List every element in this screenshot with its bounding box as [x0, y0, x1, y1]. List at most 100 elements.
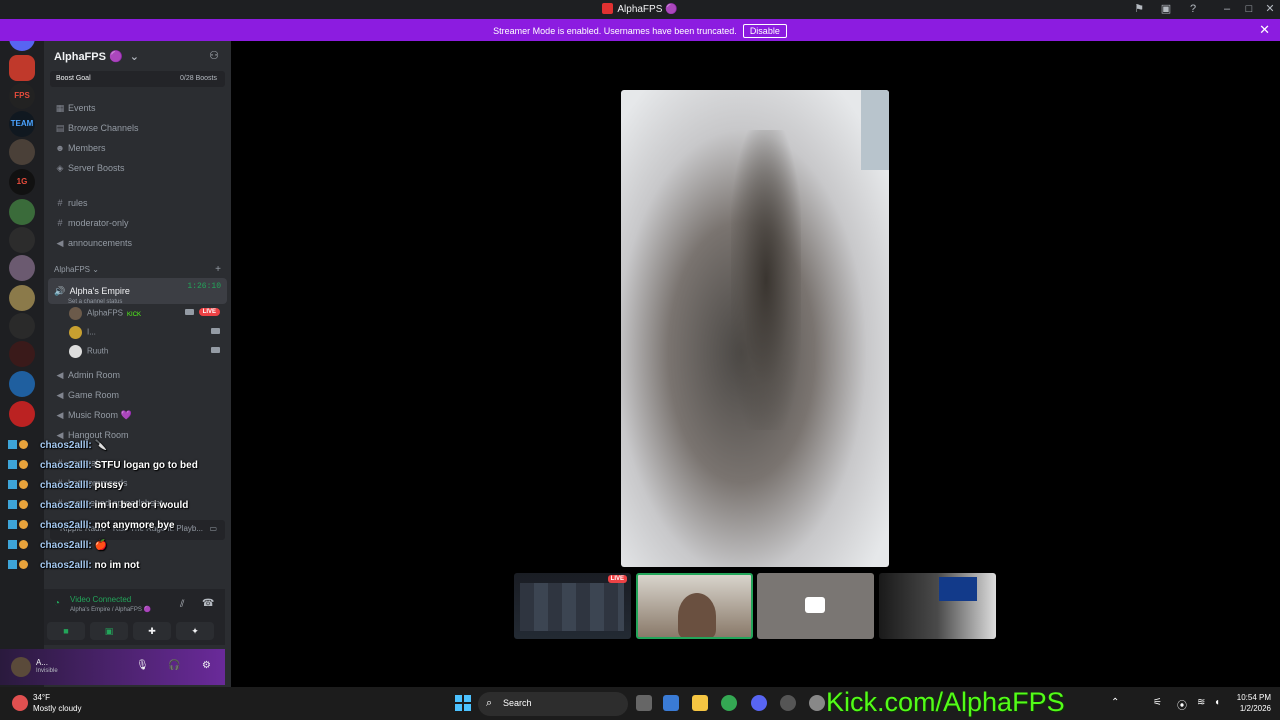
main-video-stream[interactable]: [621, 90, 889, 567]
category-alphafps[interactable]: AlphaFPS ⌄ +: [44, 262, 231, 278]
close-window-button[interactable]: ✕: [1262, 2, 1278, 16]
chat-badges: [6, 500, 40, 511]
taskbar-search[interactable]: ⌕ Search: [478, 692, 628, 716]
signal-icon[interactable]: ◔: [54, 598, 60, 609]
voice-location[interactable]: Alpha's Empire / AlphaFPS 🟣: [70, 606, 151, 613]
headphones-icon[interactable]: 🎧: [168, 660, 180, 671]
close-banner-icon[interactable]: ✕: [1259, 22, 1270, 38]
flag-icon[interactable]: ⚑: [1131, 2, 1147, 16]
add-channel-icon[interactable]: +: [215, 264, 221, 275]
minimize-button[interactable]: –: [1219, 2, 1235, 16]
task-view-icon[interactable]: [636, 695, 652, 711]
camera-icon: [211, 347, 220, 353]
voice-game-room[interactable]: ◀ Game Room: [44, 386, 231, 406]
server-icon-face[interactable]: [9, 285, 35, 311]
volume-icon[interactable]: ◖: [1214, 697, 1220, 708]
hash-icon: #: [57, 198, 63, 208]
voice-music-room[interactable]: ◀ Music Room 💜: [44, 406, 231, 426]
start-button[interactable]: [455, 695, 471, 711]
nav-server-boosts[interactable]: ◈ Server Boosts: [44, 159, 231, 179]
clock-time: 10:54 PM: [1236, 693, 1271, 702]
voice-connection-panel: ◔ Video Connected Alpha's Empire / Alpha…: [44, 589, 225, 645]
kick-channel-overlay: Kick.com/AlphaFPS: [826, 687, 1065, 717]
chrome-icon[interactable]: [721, 695, 737, 711]
voice-user-alphafps[interactable]: AlphaFPS KICK LIVE: [44, 304, 231, 323]
thumb-camera-off[interactable]: [757, 573, 874, 639]
thumb-screenshare[interactable]: LIVE: [514, 573, 631, 639]
app-icon-gear[interactable]: [780, 695, 796, 711]
avatar: [69, 307, 82, 320]
thumb-webcam-flag[interactable]: [879, 573, 996, 639]
tray-overflow-icon[interactable]: ⌃: [1111, 697, 1119, 708]
chat-badges: [6, 540, 40, 551]
server-icon-worlds[interactable]: [9, 227, 35, 253]
soundboard-button[interactable]: ✦: [176, 622, 214, 640]
camera-button[interactable]: ■: [47, 622, 85, 640]
chat-message: chaos2alll: 🔪: [0, 440, 240, 460]
server-icon-1g[interactable]: 1G: [9, 169, 35, 195]
server-icon-alphafps[interactable]: [9, 55, 35, 81]
activities-button[interactable]: ✚: [133, 622, 171, 640]
voice-admin-room[interactable]: ◀ Admin Room: [44, 366, 231, 386]
chat-text: im in bed or i would: [94, 500, 189, 511]
user-avatar[interactable]: [11, 657, 31, 677]
help-icon[interactable]: ?: [1185, 2, 1201, 16]
live-badge: LIVE: [198, 308, 220, 316]
chat-badges: [6, 460, 40, 471]
channel-announcements[interactable]: ◀ announcements: [44, 234, 231, 254]
avatar: [69, 326, 82, 339]
system-clock[interactable]: 10:54 PM 1/2/2026: [1225, 692, 1271, 714]
invite-icon[interactable]: ⚇: [209, 49, 219, 62]
discord-taskbar-icon[interactable]: [751, 695, 767, 711]
server-icon-avatar[interactable]: [9, 139, 35, 165]
chat-overlay: chaos2alll: 🔪 chaos2alll: STFU logan go …: [0, 440, 240, 580]
camera-icon: [805, 597, 825, 613]
inbox-icon[interactable]: ▣: [1158, 2, 1174, 16]
server-icon-emblem[interactable]: [9, 313, 35, 339]
store-icon[interactable]: [663, 695, 679, 711]
boost-goal-label: Boost Goal: [56, 75, 91, 82]
voice-user-2[interactable]: I...: [44, 323, 231, 342]
server-header[interactable]: AlphaFPS 🟣 ⌄ ⚇: [44, 41, 231, 71]
chat-message: chaos2alll: no im not: [0, 560, 240, 580]
nav-browse-channels[interactable]: ▤ Browse Channels: [44, 119, 231, 139]
file-explorer-icon[interactable]: [692, 695, 708, 711]
settings-gear-icon[interactable]: ⚙: [202, 660, 211, 671]
server-icon-character[interactable]: [9, 199, 35, 225]
settings-taskbar-icon[interactable]: [809, 695, 825, 711]
server-icon-art[interactable]: [9, 255, 35, 281]
thumb-screen-content: [520, 583, 624, 631]
channel-moderator-only[interactable]: # moderator-only: [44, 214, 231, 234]
search-label: Search: [503, 698, 532, 708]
microphone-tray-icon[interactable]: ⦿: [1177, 697, 1187, 712]
speaker-icon: ◀: [56, 390, 64, 400]
noise-suppression-icon[interactable]: ⫽: [180, 599, 184, 610]
chat-message: chaos2alll: not anymore bye: [0, 520, 240, 540]
channel-label: rules: [68, 198, 88, 208]
server-icon-fps[interactable]: FPS: [9, 83, 35, 109]
network-icon[interactable]: ⚟: [1153, 697, 1162, 708]
window-titlebar: AlphaFPS 🟣 ⚑ ▣ ? – □ ✕: [0, 0, 1280, 19]
voice-channel-alphas-empire[interactable]: 🔊 Alpha's Empire 1:26:10 Set a channel s…: [48, 278, 227, 305]
nav-members[interactable]: ☻ Members: [44, 139, 231, 159]
screen-share-button[interactable]: ▣: [90, 622, 128, 640]
boost-goal-bar[interactable]: Boost Goal 0/28 Boosts: [50, 71, 225, 87]
thumb-webcam-speaking[interactable]: [636, 573, 753, 639]
wifi-icon[interactable]: ≋: [1197, 697, 1205, 708]
voice-user-ruuth[interactable]: Ruuth: [44, 342, 231, 361]
chat-user: chaos2alll:: [40, 480, 92, 491]
disconnect-icon[interactable]: ☎: [202, 598, 214, 609]
channel-rules[interactable]: # rules: [44, 194, 231, 214]
server-icon-dark[interactable]: [9, 341, 35, 367]
server-icon-red[interactable]: [9, 401, 35, 427]
maximize-button[interactable]: □: [1241, 2, 1257, 16]
server-icon-nation[interactable]: [9, 371, 35, 397]
microphone-icon[interactable]: 🎙: [136, 660, 149, 671]
channel-label: Game Room: [68, 390, 120, 400]
nav-events[interactable]: ▦ Events: [44, 99, 231, 119]
window-title-wrap: AlphaFPS 🟣: [0, 3, 1280, 15]
weather-condition: Mostly cloudy: [33, 704, 82, 713]
server-icon-team[interactable]: TEAM: [9, 111, 35, 137]
kick-badge: KICK: [127, 311, 142, 318]
disable-streamer-mode-button[interactable]: Disable: [742, 24, 787, 38]
